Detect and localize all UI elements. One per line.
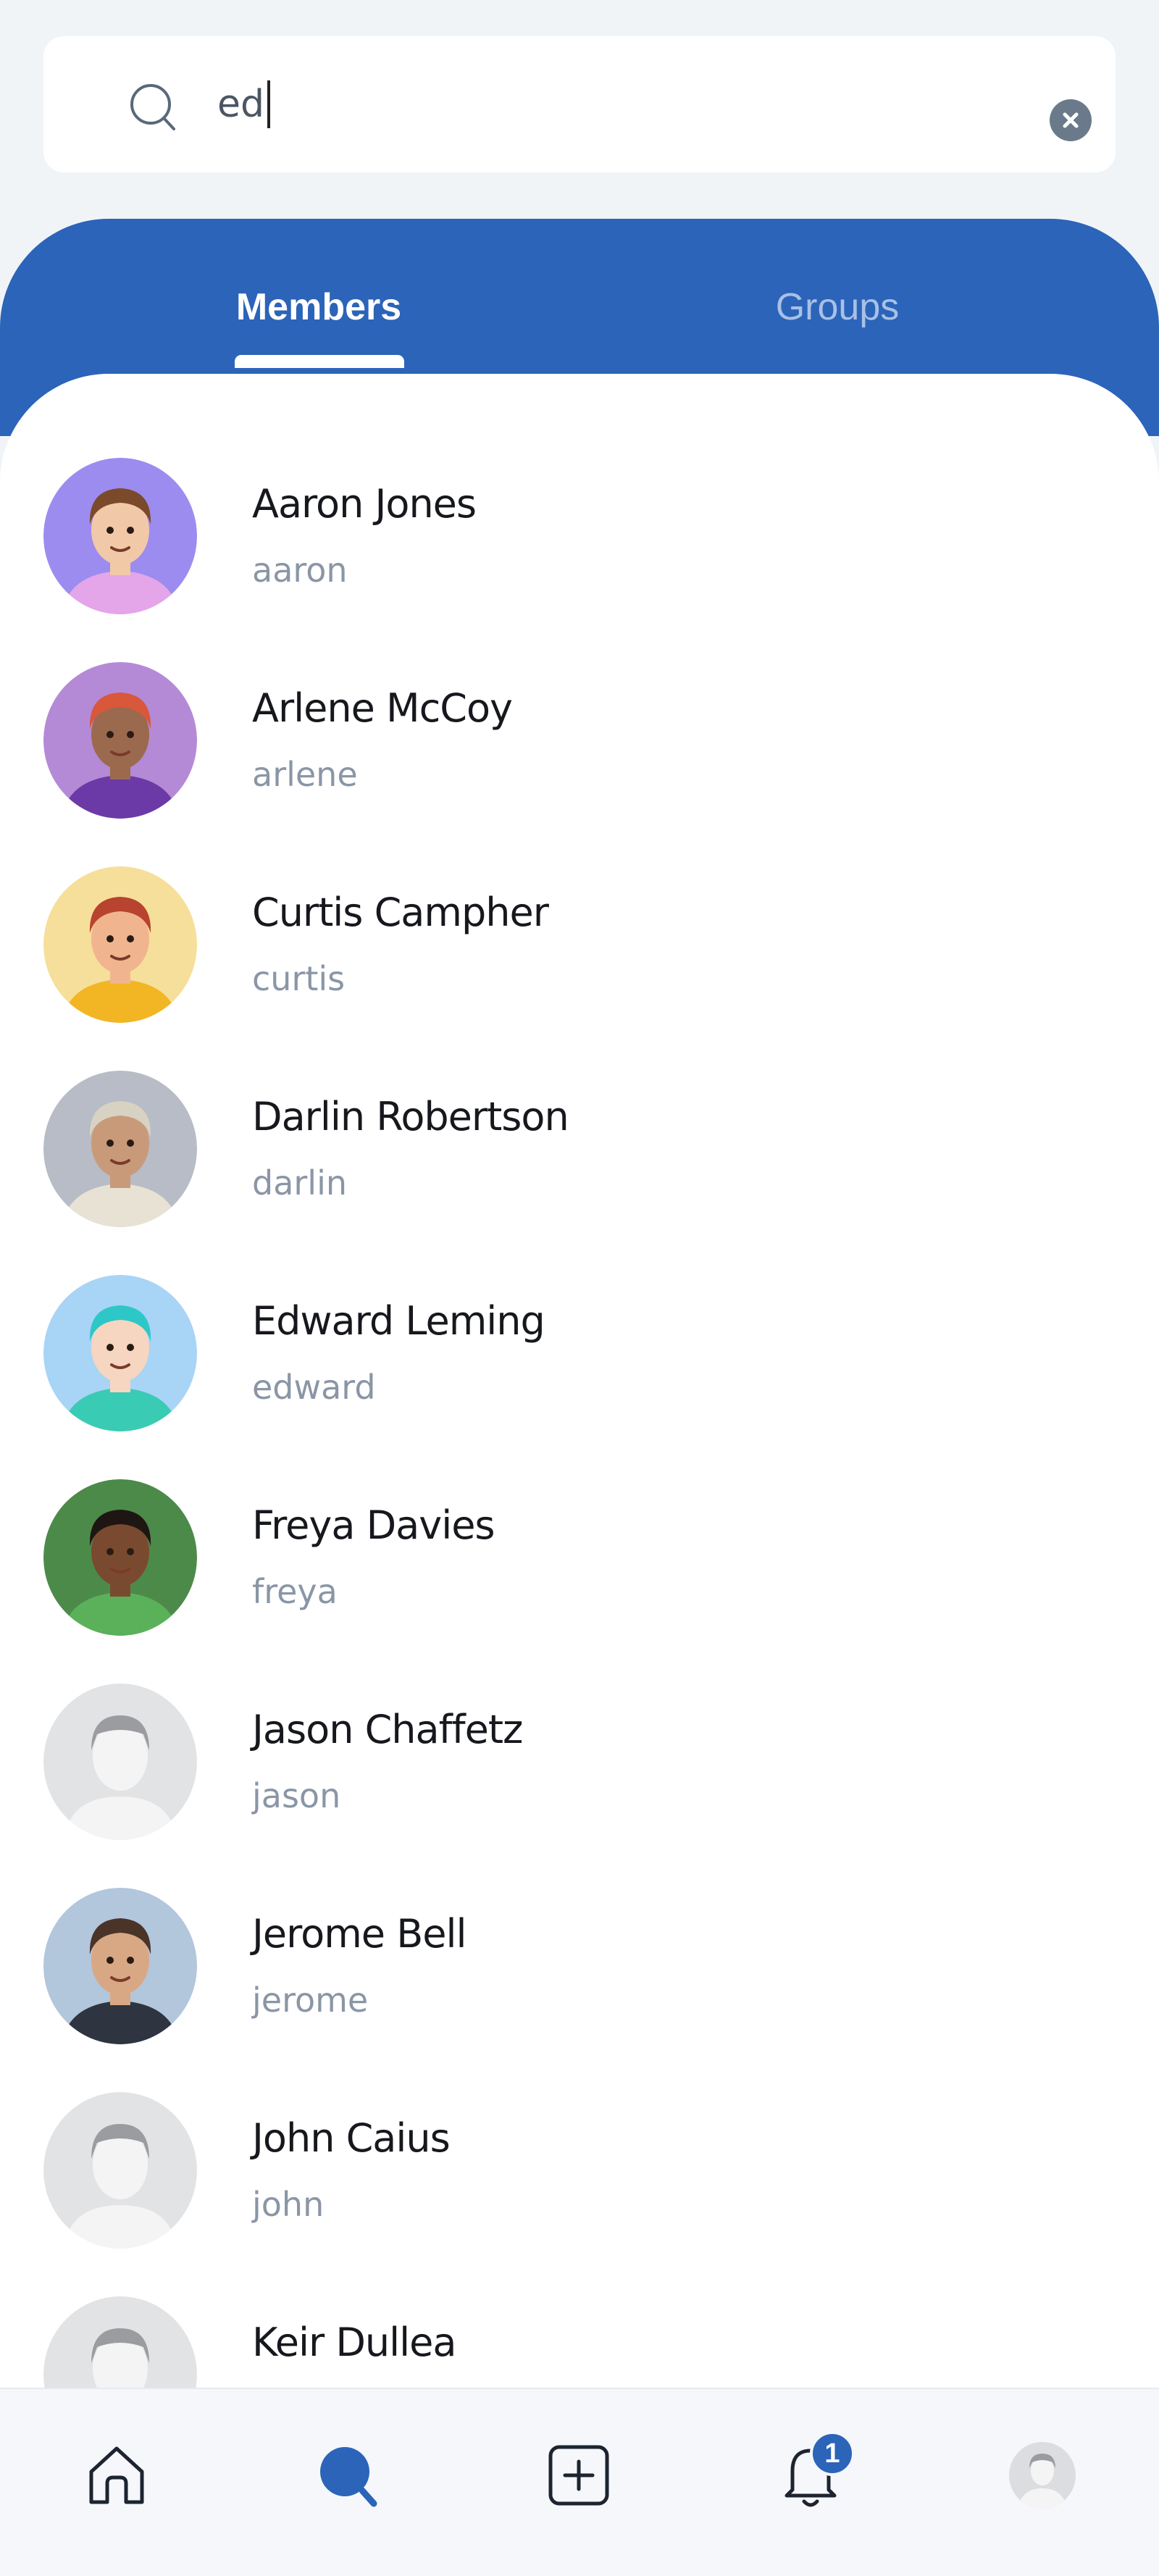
clear-search-button[interactable] bbox=[1050, 99, 1092, 141]
nav-create[interactable] bbox=[524, 2421, 633, 2530]
member-row[interactable]: Edward Leming edward bbox=[0, 1205, 1159, 1431]
nav-notifications[interactable] bbox=[756, 2421, 865, 2530]
add-post-icon bbox=[548, 2445, 609, 2506]
member-username: aaron bbox=[252, 551, 348, 590]
avatar-image bbox=[43, 662, 197, 819]
avatar-image bbox=[43, 2092, 197, 2249]
search-screen: ed Members Groups Aaron Jones aaron Arle… bbox=[0, 0, 1159, 2576]
avatar[interactable] bbox=[43, 2296, 197, 2388]
search-bar: ed bbox=[43, 36, 1116, 172]
member-row[interactable]: Curtis Campher curtis bbox=[0, 797, 1159, 1023]
members-list: Aaron Jones aaron Arlene McCoy arlene Cu bbox=[0, 374, 1159, 2388]
avatar-image bbox=[43, 2296, 197, 2388]
avatar-image bbox=[43, 458, 197, 614]
avatar[interactable] bbox=[43, 1684, 197, 1840]
member-username: freya bbox=[252, 1572, 338, 1611]
avatar[interactable] bbox=[43, 1888, 197, 2044]
member-username: jason bbox=[252, 1776, 341, 1815]
tab-members[interactable]: Members bbox=[236, 285, 401, 329]
search-input[interactable]: ed bbox=[217, 68, 1014, 141]
member-row[interactable]: Jason Chaffetz jason bbox=[0, 1614, 1159, 1840]
active-tab-indicator bbox=[235, 355, 404, 368]
member-username: edward bbox=[252, 1368, 376, 1407]
member-name: Darlin Robertson bbox=[252, 1094, 569, 1139]
member-name: Curtis Campher bbox=[252, 890, 549, 935]
avatar[interactable] bbox=[43, 662, 197, 819]
member-name: Edward Leming bbox=[252, 1298, 545, 1344]
avatar[interactable] bbox=[43, 866, 197, 1023]
member-username: curtis bbox=[252, 959, 346, 998]
member-name: Jerome Bell bbox=[252, 1911, 466, 1957]
avatar-image bbox=[43, 1888, 197, 2044]
member-username: jerome bbox=[252, 1981, 369, 2020]
member-name: Keir Dullea bbox=[252, 2320, 456, 2365]
search-icon bbox=[130, 84, 175, 130]
bottom-nav: 1 bbox=[0, 2388, 1159, 2576]
avatar-image bbox=[43, 1479, 197, 1636]
avatar-image bbox=[43, 1275, 197, 1431]
member-username: john bbox=[252, 2185, 325, 2224]
avatar[interactable] bbox=[43, 1071, 197, 1227]
avatar-image bbox=[43, 866, 197, 1023]
member-row[interactable]: Freya Davies freya bbox=[0, 1410, 1159, 1636]
home-icon bbox=[89, 2446, 144, 2504]
nav-profile[interactable] bbox=[988, 2421, 1097, 2530]
member-row[interactable]: Keir Dullea bbox=[0, 2227, 1159, 2388]
notification-badge: 1 bbox=[810, 2431, 855, 2476]
search-icon bbox=[320, 2447, 377, 2507]
avatar[interactable] bbox=[43, 1275, 197, 1431]
avatar[interactable] bbox=[43, 1479, 197, 1636]
avatar[interactable] bbox=[43, 458, 197, 614]
search-input-value: ed bbox=[217, 83, 264, 126]
profile-avatar-icon bbox=[1009, 2442, 1076, 2509]
avatar-image bbox=[43, 1684, 197, 1840]
avatar[interactable] bbox=[43, 2092, 197, 2249]
member-row[interactable]: John Caius john bbox=[0, 2023, 1159, 2249]
member-name: Jason Chaffetz bbox=[252, 1707, 523, 1752]
tab-groups[interactable]: Groups bbox=[776, 285, 900, 329]
member-username: arlene bbox=[252, 755, 358, 794]
member-row[interactable]: Arlene McCoy arlene bbox=[0, 593, 1159, 819]
member-name: John Caius bbox=[252, 2115, 451, 2161]
member-username: darlin bbox=[252, 1163, 348, 1203]
member-name: Aaron Jones bbox=[252, 481, 477, 527]
member-row[interactable]: Aaron Jones aaron bbox=[0, 388, 1159, 614]
member-row[interactable]: Darlin Robertson darlin bbox=[0, 1001, 1159, 1227]
nav-search[interactable] bbox=[294, 2421, 403, 2530]
close-icon bbox=[1063, 112, 1079, 128]
avatar-image bbox=[43, 1071, 197, 1227]
text-caret bbox=[267, 80, 270, 128]
member-name: Freya Davies bbox=[252, 1502, 495, 1548]
member-row[interactable]: Jerome Bell jerome bbox=[0, 1818, 1159, 2044]
nav-home[interactable] bbox=[62, 2421, 171, 2530]
member-name: Arlene McCoy bbox=[252, 685, 513, 731]
